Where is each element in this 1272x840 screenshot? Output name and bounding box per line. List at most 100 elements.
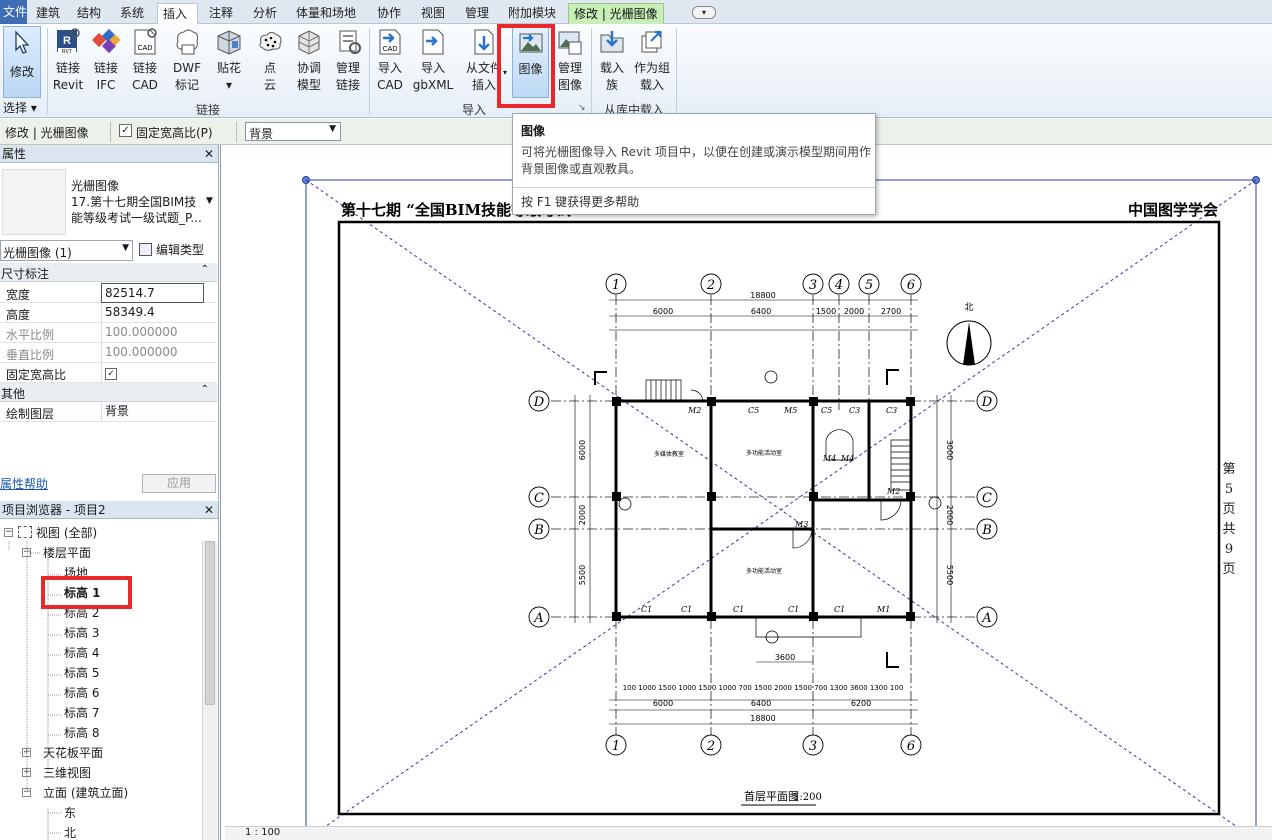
ribbon-tab-bar: 文件 建筑 结构 系统 插入 注释 分析 体量和场地 协作 视图 管理 附加模块… — [0, 0, 1272, 24]
svg-text:C1: C1 — [834, 605, 845, 614]
tab-massing-site[interactable]: 体量和场地 — [291, 3, 361, 24]
tab-modify-raster-image[interactable]: 修改 | 光栅图像 — [568, 3, 664, 24]
tab-manage[interactable]: 管理 — [460, 3, 494, 24]
group-link-label: 链接 — [196, 103, 221, 117]
svg-text:C3: C3 — [886, 406, 897, 415]
decal-button[interactable]: 贴花 ▾ — [212, 27, 246, 94]
tab-systems[interactable]: 系统 — [115, 3, 149, 24]
load-family-button[interactable]: 载入族 — [596, 27, 628, 94]
load-as-group-button[interactable]: 作为组 载入 — [632, 27, 672, 94]
ribbon-display-toggle[interactable]: ▾ — [692, 6, 716, 19]
tab-architecture[interactable]: 建筑 — [31, 3, 65, 24]
axis-top-3: 3 — [802, 273, 824, 295]
raster-image-view: 1 2 3 4 5 6 1 2 3 6 D C B A D C B A 1880… — [302, 176, 1260, 840]
scrollbar-thumb[interactable] — [205, 541, 215, 705]
svg-text:5: 5 — [865, 278, 873, 293]
svg-text:C: C — [982, 491, 992, 506]
point-cloud-button[interactable]: 点云 — [255, 27, 285, 94]
manage-links-icon — [339, 30, 361, 54]
svg-text:C3: C3 — [849, 406, 860, 415]
manage-images-button[interactable]: 管理 图像 — [554, 27, 586, 94]
svg-text:6200: 6200 — [851, 699, 871, 708]
prop-row-draw-layer: 绘制图层 背景 — [0, 402, 217, 422]
browser-scrollbar[interactable] — [202, 541, 217, 840]
tab-view[interactable]: 视图 — [416, 3, 450, 24]
close-icon[interactable]: ✕ — [204, 145, 214, 163]
type-dropdown-arrow[interactable]: ▼ — [206, 196, 213, 206]
tree-views-all[interactable]: 视图 (全部) — [18, 525, 97, 541]
lock-aspect-checkbox[interactable]: ✓ — [119, 124, 132, 137]
width-field[interactable]: 82514.7 — [101, 283, 204, 303]
select-dropdown[interactable]: 选择 ▾ — [3, 99, 37, 116]
import-gbxml-icon — [422, 29, 444, 55]
type-selector[interactable]: 光栅图像 17.第十七期全国BIM技能等级考试一级试题_P... — [71, 178, 211, 226]
axis-bottom-1: 1 — [605, 734, 627, 756]
apply-button[interactable]: 应用 — [142, 474, 216, 493]
tooltip-help: 按 F1 键获得更多帮助 — [521, 195, 640, 209]
collapse-icon[interactable]: − — [4, 528, 13, 537]
tab-structure[interactable]: 结构 — [72, 3, 106, 24]
image-button[interactable]: 图像 — [512, 26, 549, 98]
svg-text:2000: 2000 — [945, 505, 954, 525]
link-revit-icon: R RVT — [57, 28, 80, 55]
lock-aspect-prop-checkbox[interactable]: ✓ — [105, 368, 117, 380]
svg-text:C1: C1 — [681, 605, 692, 614]
link-revit-button[interactable]: R RVT 链接 Revit — [52, 27, 84, 94]
svg-text:100 1000 1500 1000 1500 1000 7: 100 1000 1500 1000 1500 1000 700 1500 20… — [623, 684, 904, 692]
dwf-markup-button[interactable]: DWF 标记 — [169, 27, 205, 94]
axis-left-D: D — [528, 390, 550, 412]
import-dialog-launcher[interactable]: ↘ — [578, 103, 586, 113]
svg-text:C1: C1 — [733, 605, 744, 614]
svg-text:C5: C5 — [748, 406, 759, 415]
import-gbxml-button[interactable]: 导入 gbXML — [410, 27, 456, 94]
insert-from-file-button[interactable]: 从文件 插入 — [463, 27, 505, 94]
svg-text:18800: 18800 — [750, 714, 775, 723]
ribbon-panel: 修改 选择 ▾ R RVT 链接 Revit 链接 IFC CAD 链接 CAD DWF… — [0, 24, 1272, 118]
tab-collaborate[interactable]: 协作 — [372, 3, 406, 24]
project-browser: 项目浏览器 - 项目2 ✕ − 视图 (全部) − 楼层平面 场地 标高 1 标高… — [0, 501, 219, 840]
draw-layer-field[interactable]: 背景 — [101, 402, 204, 422]
tab-analyze[interactable]: 分析 — [248, 3, 282, 24]
section-dimensions[interactable]: 尺寸标注 ⌃ — [0, 263, 217, 282]
svg-text:2000: 2000 — [578, 505, 587, 525]
svg-text:M2: M2 — [886, 487, 900, 496]
chevron-down-icon: ▼ — [122, 243, 129, 253]
manage-images-icon — [558, 31, 582, 55]
svg-text:C1: C1 — [641, 605, 652, 614]
link-cad-button[interactable]: CAD 链接 CAD — [128, 27, 162, 94]
properties-header: 属性 ✕ — [0, 145, 218, 163]
tab-insert[interactable]: 插入 — [157, 3, 198, 24]
type-preview-image — [2, 169, 66, 235]
properties-palette: 属性 ✕ 光栅图像 17.第十七期全国BIM技能等级考试一级试题_P... ▼ 光… — [0, 145, 219, 500]
svg-text:R: R — [63, 35, 71, 47]
axis-right-C: C — [976, 486, 998, 508]
svg-text:M4: M4 — [822, 454, 836, 463]
draw-layer-select[interactable]: 背景 ▼ — [245, 122, 341, 141]
modify-button[interactable]: 修改 — [3, 26, 41, 98]
group-import-label: 导入 — [462, 103, 487, 117]
import-cad-button[interactable]: CAD 导入 CAD — [373, 27, 407, 94]
lock-aspect-label: 固定宽高比(P) — [136, 126, 213, 140]
svg-text:5500: 5500 — [945, 565, 954, 585]
edit-type-button[interactable]: 编辑类型 — [139, 240, 204, 261]
type-description: 17.第十七期全国BIM技能等级考试一级试题_P... — [71, 195, 202, 225]
tab-addins[interactable]: 附加模块 — [503, 3, 561, 24]
select-label: 选择 — [3, 101, 28, 115]
svg-text:B: B — [533, 523, 544, 538]
manage-links-button[interactable]: 管理 链接 — [331, 27, 365, 94]
close-icon[interactable]: ✕ — [204, 501, 214, 519]
drawing-canvas[interactable]: 1 2 3 4 5 6 1 2 3 6 D C B A D C B A 1880… — [220, 145, 1272, 840]
section-other[interactable]: 其他 ⌃ — [0, 383, 217, 402]
view-scale[interactable]: 1 : 100 — [245, 827, 280, 838]
svg-text:M3: M3 — [794, 520, 808, 529]
svg-text:CAD: CAD — [138, 45, 153, 52]
height-field[interactable]: 58349.4 — [101, 303, 204, 323]
properties-help-link[interactable]: 属性帮助 — [0, 475, 48, 492]
link-ifc-button[interactable]: 链接 IFC — [89, 27, 123, 94]
svg-text:M1: M1 — [876, 605, 890, 614]
instance-filter-select[interactable]: 光栅图像 (1) ▼ — [0, 240, 133, 261]
edit-type-icon — [139, 243, 152, 256]
coordination-model-button[interactable]: 协调 模型 — [292, 27, 326, 94]
tab-annotate[interactable]: 注释 — [204, 3, 238, 24]
tab-file[interactable]: 文件 — [0, 0, 27, 24]
